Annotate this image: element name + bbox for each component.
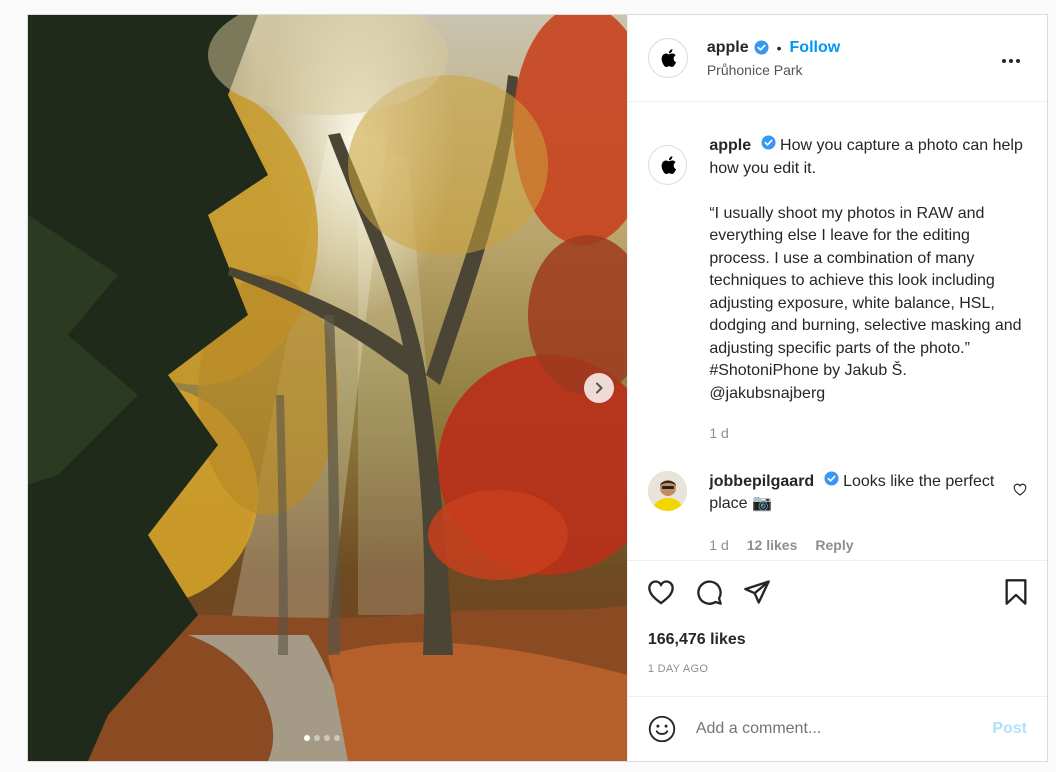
bookmark-icon (1005, 579, 1027, 605)
verified-badge-icon (761, 135, 776, 150)
like-comment-button[interactable] (1013, 483, 1027, 501)
next-photo-button[interactable] (584, 373, 614, 403)
carousel-dot (314, 735, 320, 741)
verified-badge-icon (754, 40, 769, 55)
comment-likes-count[interactable]: 12 likes (747, 534, 798, 557)
likes-count[interactable]: 166,476 likes (628, 631, 1047, 649)
post-side-panel: apple • Follow Průhonice Park apple How … (626, 15, 1047, 761)
carousel-dot (324, 735, 330, 741)
reply-button[interactable]: Reply (815, 534, 853, 557)
post-date[interactable]: 1 DAY AGO (628, 663, 1047, 675)
carousel-dot-active (304, 735, 310, 741)
share-button[interactable] (743, 579, 771, 605)
post-photo[interactable] (28, 15, 627, 761)
post-actions: 166,476 likes 1 DAY AGO (627, 560, 1047, 710)
heart-icon (1013, 483, 1027, 496)
chevron-right-icon (596, 382, 603, 394)
caption-avatar[interactable] (647, 145, 688, 185)
caption-timestamp[interactable]: 1 d (709, 422, 728, 445)
post-comment-button[interactable]: Post (992, 720, 1027, 738)
verified-badge-icon (824, 470, 839, 486)
apple-logo-icon (661, 49, 676, 67)
caption: apple How you capture a photo can help h… (628, 102, 1047, 445)
follow-button[interactable]: Follow (790, 39, 841, 57)
post-header: apple • Follow Průhonice Park (627, 15, 1047, 102)
comment-icon (697, 580, 722, 605)
caption-text: How you capture a photo can help how you… (709, 137, 1023, 402)
heart-icon (647, 580, 674, 605)
save-button[interactable] (1004, 578, 1028, 606)
location-link[interactable]: Průhonice Park (707, 62, 840, 78)
emoji-picker-button[interactable] (648, 715, 676, 743)
comment-composer: Post (627, 696, 1047, 761)
separator-dot: • (776, 39, 782, 56)
post-dialog: apple • Follow Průhonice Park apple How … (27, 14, 1048, 762)
carousel-dot (334, 735, 340, 741)
avatar-image (647, 470, 688, 511)
like-button[interactable] (647, 579, 675, 605)
comment-item: jobbepilgaard Looks like the perfect pla… (628, 470, 1047, 557)
comments-section[interactable]: apple How you capture a photo can help h… (628, 102, 1047, 558)
carousel-indicator (304, 735, 340, 741)
share-icon (743, 580, 770, 604)
more-options-icon (1002, 59, 1020, 63)
commenter-avatar[interactable] (647, 470, 688, 511)
comment-input[interactable] (695, 720, 993, 738)
more-options-button[interactable] (1001, 51, 1021, 69)
comment-timestamp[interactable]: 1 d (709, 534, 728, 557)
emoji-icon (648, 715, 676, 743)
apple-logo-icon (661, 156, 676, 174)
caption-username[interactable]: apple (709, 137, 751, 154)
comment-button[interactable] (695, 578, 723, 606)
forest-image (28, 15, 627, 761)
author-username[interactable]: apple (707, 39, 749, 57)
avatar[interactable] (647, 38, 688, 78)
commenter-username[interactable]: jobbepilgaard (709, 473, 814, 490)
